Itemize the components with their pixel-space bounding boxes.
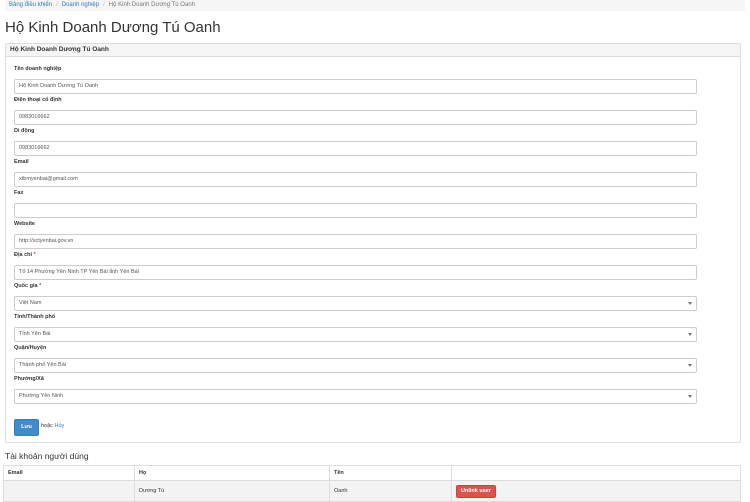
email-label: Email (14, 159, 29, 165)
ward-select[interactable]: Phường Yên Ninh (14, 389, 697, 404)
district-label: Quận/Huyện (14, 345, 47, 351)
user-last-name-cell: Dương Tú (134, 480, 330, 502)
country-select-value: Việt Nam (19, 300, 42, 306)
user-email-cell (3, 480, 135, 502)
province-select[interactable]: Tỉnh Yên Bái (14, 327, 697, 342)
business-form-panel: Hộ Kinh Doanh Dương Tú Oanh Tên doanh ng… (5, 43, 741, 443)
province-group: Tỉnh/Thành phố Tỉnh Yên Bái (14, 314, 697, 342)
breadcrumb-dashboard-link[interactable]: Bảng điều khiển (9, 2, 52, 8)
email-input[interactable]: xtbmyenbai@gmail.com (14, 172, 697, 187)
breadcrumb-separator: / (103, 2, 105, 8)
country-select[interactable]: Việt Nam (14, 296, 697, 311)
province-label: Tỉnh/Thành phố (14, 314, 56, 320)
mobile-input[interactable]: 0983016662 (14, 141, 697, 156)
website-input[interactable]: http://sctyenbai.gov.vn (14, 234, 697, 249)
address-label: Địa chỉ * (14, 252, 36, 258)
page-title: Hộ Kinh Doanh Dương Tú Oanh (5, 19, 221, 36)
website-label: Website (14, 221, 35, 227)
chevron-down-icon (688, 364, 692, 367)
chevron-down-icon (688, 302, 692, 305)
breadcrumb-separator: / (56, 2, 58, 8)
landline-group: Điện thoại cố định 0983016662 (14, 97, 697, 125)
table-header-row: Email Họ Tên (3, 465, 741, 481)
chevron-down-icon (688, 333, 692, 336)
required-mark: * (33, 252, 36, 258)
business-name-label: Tên doanh nghiệp (14, 66, 62, 72)
country-group: Quốc gia * Việt Nam (14, 283, 697, 311)
column-header-first-name: Tên (329, 465, 452, 481)
panel-heading: Hộ Kinh Doanh Dương Tú Oanh (6, 44, 740, 57)
cancel-link[interactable]: Hủy (54, 423, 64, 429)
breadcrumb-current: Hộ Kinh Doanh Dương Tú Oanh (108, 2, 195, 8)
table-row: Dương Tú Oanh Unlink user (3, 480, 741, 502)
column-header-last-name: Họ (134, 465, 330, 481)
email-group: Email xtbmyenbai@gmail.com (14, 159, 697, 187)
mobile-label: Di động (14, 128, 35, 134)
save-button[interactable]: Lưu (14, 419, 39, 436)
address-group: Địa chỉ * Tổ 14 Phường Yên Ninh TP Yên B… (14, 252, 697, 280)
breadcrumb-business-link[interactable]: Doanh nghiệp (62, 2, 99, 8)
district-group: Quận/Huyện Thành phố Yên Bái (14, 345, 697, 373)
user-first-name-cell: Oanh (329, 480, 452, 502)
website-group: Website http://sctyenbai.gov.vn (14, 221, 697, 249)
landline-input[interactable]: 0983016662 (14, 110, 697, 125)
fax-label: Fax (14, 190, 24, 196)
business-name-input[interactable]: Hộ Kinh Doanh Dương Tú Oanh (14, 79, 697, 94)
district-select[interactable]: Thành phố Yên Bái (14, 358, 697, 373)
column-header-email: Email (3, 465, 135, 481)
mobile-group: Di động 0983016662 (14, 128, 697, 156)
ward-select-value: Phường Yên Ninh (19, 393, 64, 399)
chevron-down-icon (688, 395, 692, 398)
unlink-user-button[interactable]: Unlink user (456, 484, 496, 498)
landline-label: Điện thoại cố định (14, 97, 62, 103)
ward-label: Phường/Xã (14, 376, 44, 382)
business-name-group: Tên doanh nghiệp Hộ Kinh Doanh Dương Tú … (14, 66, 697, 94)
breadcrumb: Bảng điều khiển / Doanh nghiệp / Hộ Kinh Doa… (5, 0, 745, 11)
country-label: Quốc gia * (14, 283, 42, 289)
user-action-cell: Unlink user (451, 480, 741, 502)
address-input[interactable]: Tổ 14 Phường Yên Ninh TP Yên Bái tỉnh Yê… (14, 265, 697, 280)
fax-input[interactable] (14, 203, 697, 218)
user-accounts-title: Tài khoản người dùng (5, 451, 89, 461)
district-select-value: Thành phố Yên Bái (19, 362, 66, 368)
column-header-action (451, 465, 741, 481)
required-mark: * (39, 283, 42, 289)
user-accounts-table: Email Họ Tên Dương Tú Oanh Unlink user (3, 465, 741, 502)
province-select-value: Tỉnh Yên Bái (19, 331, 51, 337)
or-text: hoặc Hủy (41, 423, 65, 429)
fax-group: Fax (14, 190, 697, 218)
ward-group: Phường/Xã Phường Yên Ninh (14, 376, 697, 404)
